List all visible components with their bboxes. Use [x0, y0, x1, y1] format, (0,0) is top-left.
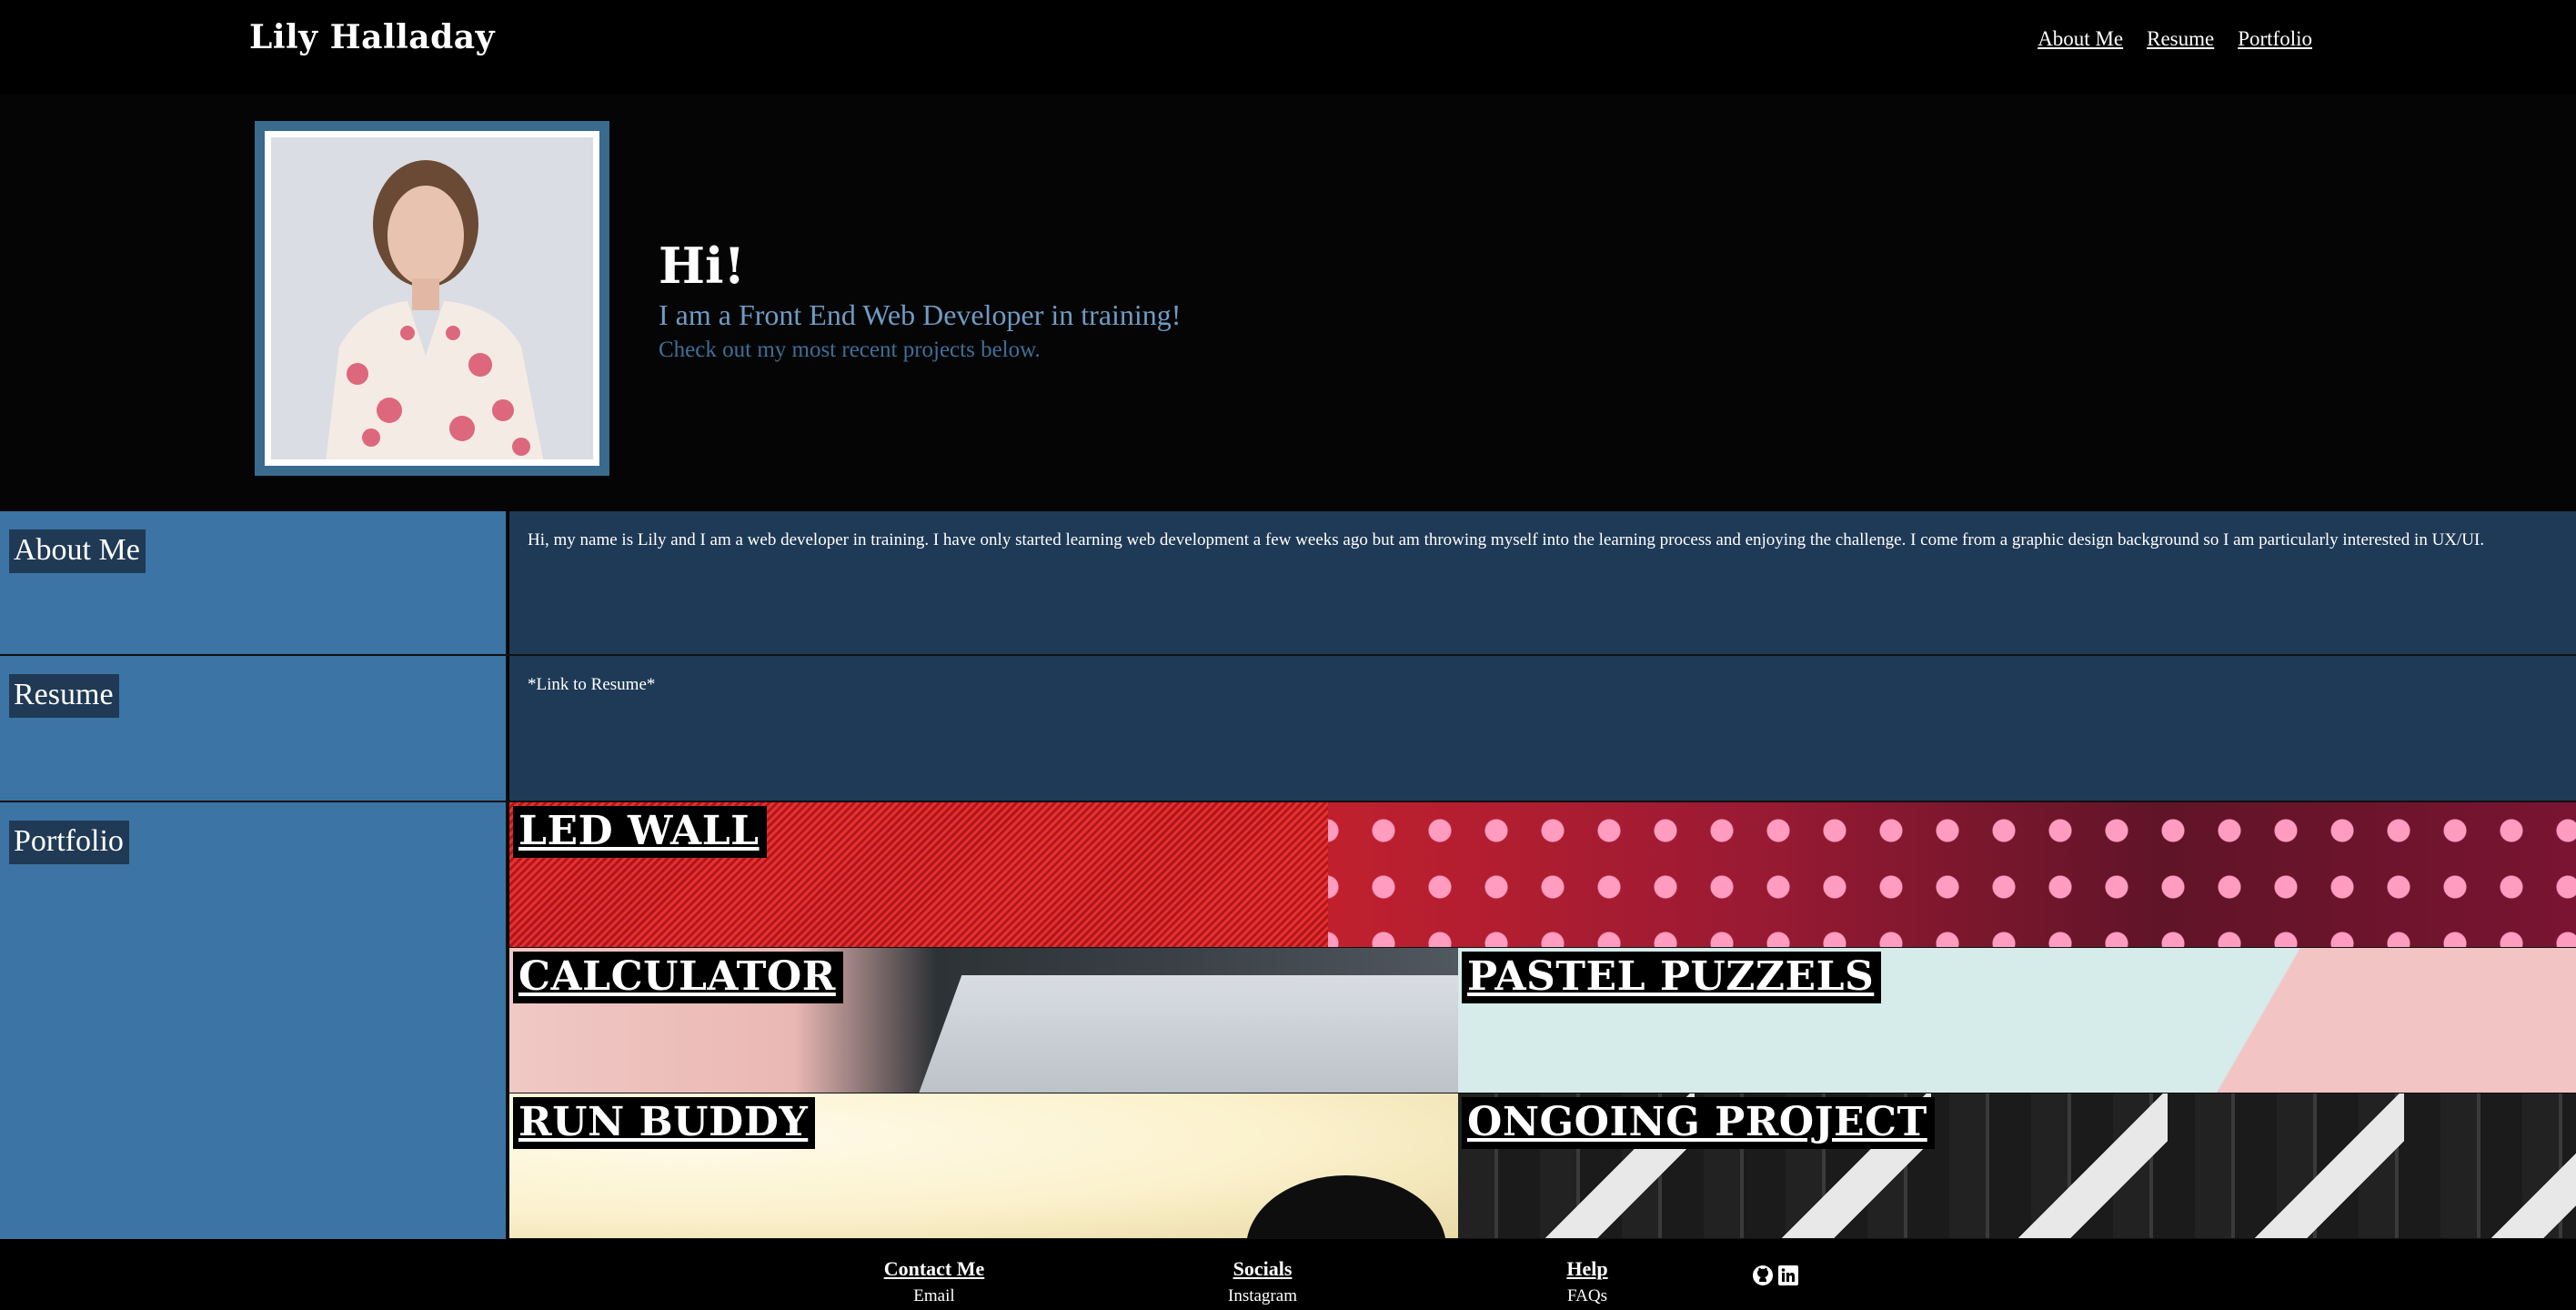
- hero-text: Hi! I am a Front End Web Developer in tr…: [659, 237, 1181, 363]
- project-title[interactable]: CALCULATOR: [513, 952, 843, 1003]
- resume-section: Resume *Link to Resume*: [0, 656, 2576, 802]
- project-tile-led-wall[interactable]: LED WALL: [509, 802, 2576, 948]
- footer-faqs-link[interactable]: FAQs: [1563, 1286, 1612, 1306]
- nav-resume[interactable]: Resume: [2147, 27, 2214, 51]
- nav-portfolio[interactable]: Portfolio: [2238, 27, 2312, 51]
- project-tile-pastel-puzzels[interactable]: PASTEL PUZZELS: [1458, 948, 2576, 1093]
- footer-contact-heading[interactable]: Contact Me: [883, 1257, 985, 1281]
- hero-tagline: Check out my most recent projects below.: [659, 338, 1041, 362]
- footer-instagram-link[interactable]: Instagram: [1222, 1286, 1303, 1306]
- main-nav: About Me Resume Portfolio: [2038, 27, 2312, 51]
- site-title[interactable]: Lily Halladay: [249, 18, 495, 56]
- site-footer: Contact Me Email Socials Instagram Help …: [0, 1239, 2576, 1310]
- about-label: About Me: [9, 529, 146, 573]
- project-title[interactable]: PASTEL PUZZELS: [1462, 952, 1882, 1003]
- footer-social-icons: [1752, 1265, 1799, 1286]
- portrait-illustration: [271, 137, 591, 459]
- footer-help-heading[interactable]: Help: [1563, 1257, 1612, 1281]
- hero-section: Hi! I am a Front End Web Developer in tr…: [0, 94, 2576, 511]
- portfolio-section: Portfolio LED WALL CALCULATOR PASTEL PUZ…: [0, 802, 2576, 1239]
- footer-contact: Contact Me Email: [883, 1257, 985, 1306]
- hero-subheading: I am a Front End Web Developer in traini…: [659, 298, 1182, 331]
- site-header: Lily Halladay About Me Resume Portfolio: [0, 0, 2576, 94]
- about-text: Hi, my name is Lily and I am a web devel…: [528, 530, 2485, 549]
- footer-socials-heading[interactable]: Socials: [1222, 1257, 1303, 1281]
- github-icon[interactable]: [1752, 1265, 1774, 1286]
- nav-about-me[interactable]: About Me: [2038, 27, 2123, 51]
- project-title[interactable]: ONGOING PROJECT: [1462, 1097, 1935, 1149]
- project-title[interactable]: RUN BUDDY: [513, 1097, 816, 1149]
- footer-email-link[interactable]: Email: [883, 1286, 985, 1306]
- resume-link[interactable]: *Link to Resume*: [528, 672, 2521, 697]
- hero-heading: Hi!: [659, 237, 746, 295]
- footer-socials: Socials Instagram: [1222, 1257, 1303, 1306]
- footer-help: Help FAQs: [1563, 1257, 1612, 1306]
- portfolio-label: Portfolio: [9, 821, 129, 864]
- linkedin-icon[interactable]: [1777, 1265, 1799, 1286]
- resume-label: Resume: [9, 674, 119, 718]
- portfolio-grid: LED WALL CALCULATOR PASTEL PUZZELS RUN B…: [509, 802, 2576, 1239]
- project-tile-run-buddy[interactable]: RUN BUDDY: [509, 1093, 1458, 1239]
- about-section: About Me Hi, my name is Lily and I am a …: [0, 511, 2576, 656]
- profile-photo: [271, 137, 593, 459]
- project-tile-ongoing-project[interactable]: ONGOING PROJECT: [1458, 1093, 2576, 1239]
- profile-photo-frame: [255, 121, 609, 476]
- project-tile-calculator[interactable]: CALCULATOR: [509, 948, 1458, 1093]
- project-title[interactable]: LED WALL: [513, 806, 767, 858]
